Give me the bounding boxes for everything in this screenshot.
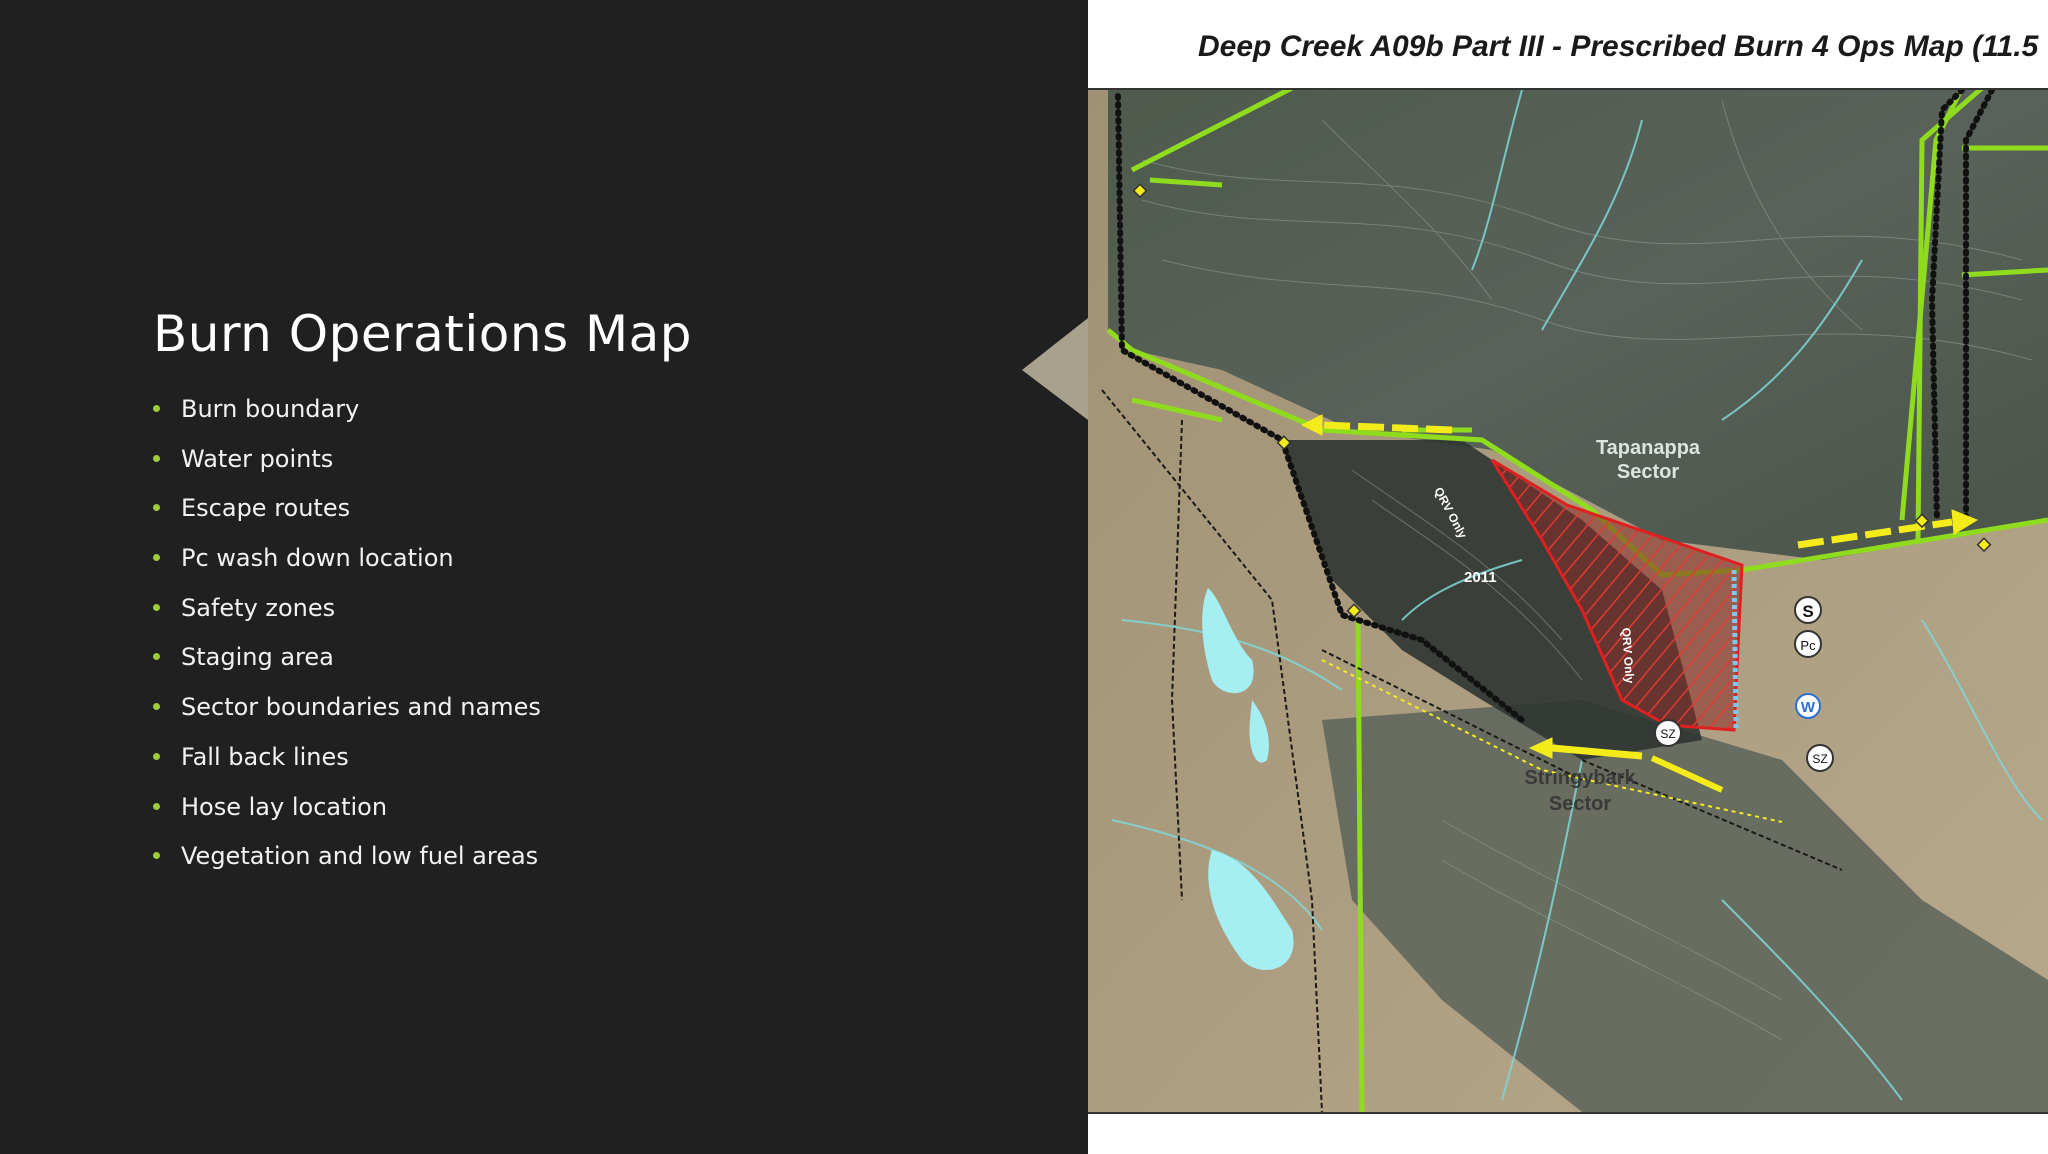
bullet-dot-icon bbox=[153, 653, 160, 661]
bullet-text: Fall back lines bbox=[181, 742, 349, 771]
bullet-text: Safety zones bbox=[181, 593, 336, 622]
bullet-item: Pc wash down location bbox=[153, 540, 541, 590]
bullet-text: Staging area bbox=[181, 643, 334, 672]
bullet-item: Escape routes bbox=[153, 490, 541, 540]
slide-text-panel: Burn Operations Map Burn boundary Water … bbox=[0, 0, 1090, 1152]
bullet-dot-icon bbox=[153, 703, 160, 711]
bullet-item: Hose lay location bbox=[153, 789, 541, 839]
map-title-bar: Deep Creek A09b Part III - Prescribed Bu… bbox=[1088, 0, 2048, 90]
bullet-dot-icon bbox=[153, 554, 160, 562]
bullet-dot-icon bbox=[153, 603, 160, 611]
bullet-item: Vegetation and low fuel areas bbox=[153, 838, 541, 888]
bullet-dot-icon bbox=[153, 405, 160, 412]
bullet-item: Burn boundary bbox=[153, 391, 541, 441]
ops-map-image: Tapanappa Sector Stringybark Sector 2011… bbox=[1022, 0, 2048, 1154]
map-title: Deep Creek A09b Part III - Prescribed Bu… bbox=[1198, 30, 2039, 63]
bullet-text: Vegetation and low fuel areas bbox=[181, 842, 539, 871]
bullet-item: Safety zones bbox=[153, 590, 541, 640]
map-notch-arrow bbox=[1022, 318, 1088, 420]
bullet-item: Fall back lines bbox=[153, 739, 541, 789]
map-frame: Deep Creek A09b Part III - Prescribed Bu… bbox=[1088, 0, 2048, 1154]
bullet-text: Burn boundary bbox=[181, 395, 360, 423]
bullet-dot-icon bbox=[153, 802, 160, 810]
bullet-dot-icon bbox=[153, 454, 160, 462]
map-bottom-margin bbox=[1088, 1112, 2048, 1154]
bullet-dot-icon bbox=[153, 504, 160, 512]
bullet-text: Escape routes bbox=[181, 494, 351, 523]
bullet-item: Sector boundaries and names bbox=[153, 689, 541, 739]
slide-title: Burn Operations Map bbox=[153, 305, 693, 363]
bullet-list: Burn boundary Water points Escape routes… bbox=[153, 391, 541, 888]
bullet-item: Staging area bbox=[153, 639, 541, 689]
bullet-text: Sector boundaries and names bbox=[181, 693, 541, 722]
bullet-item: Water points bbox=[153, 441, 541, 491]
bullet-text: Water points bbox=[181, 444, 334, 473]
bullet-dot-icon bbox=[153, 752, 160, 760]
bullet-text: Pc wash down location bbox=[181, 544, 454, 573]
bullet-dot-icon bbox=[153, 852, 160, 860]
bullet-text: Hose lay location bbox=[181, 792, 388, 821]
